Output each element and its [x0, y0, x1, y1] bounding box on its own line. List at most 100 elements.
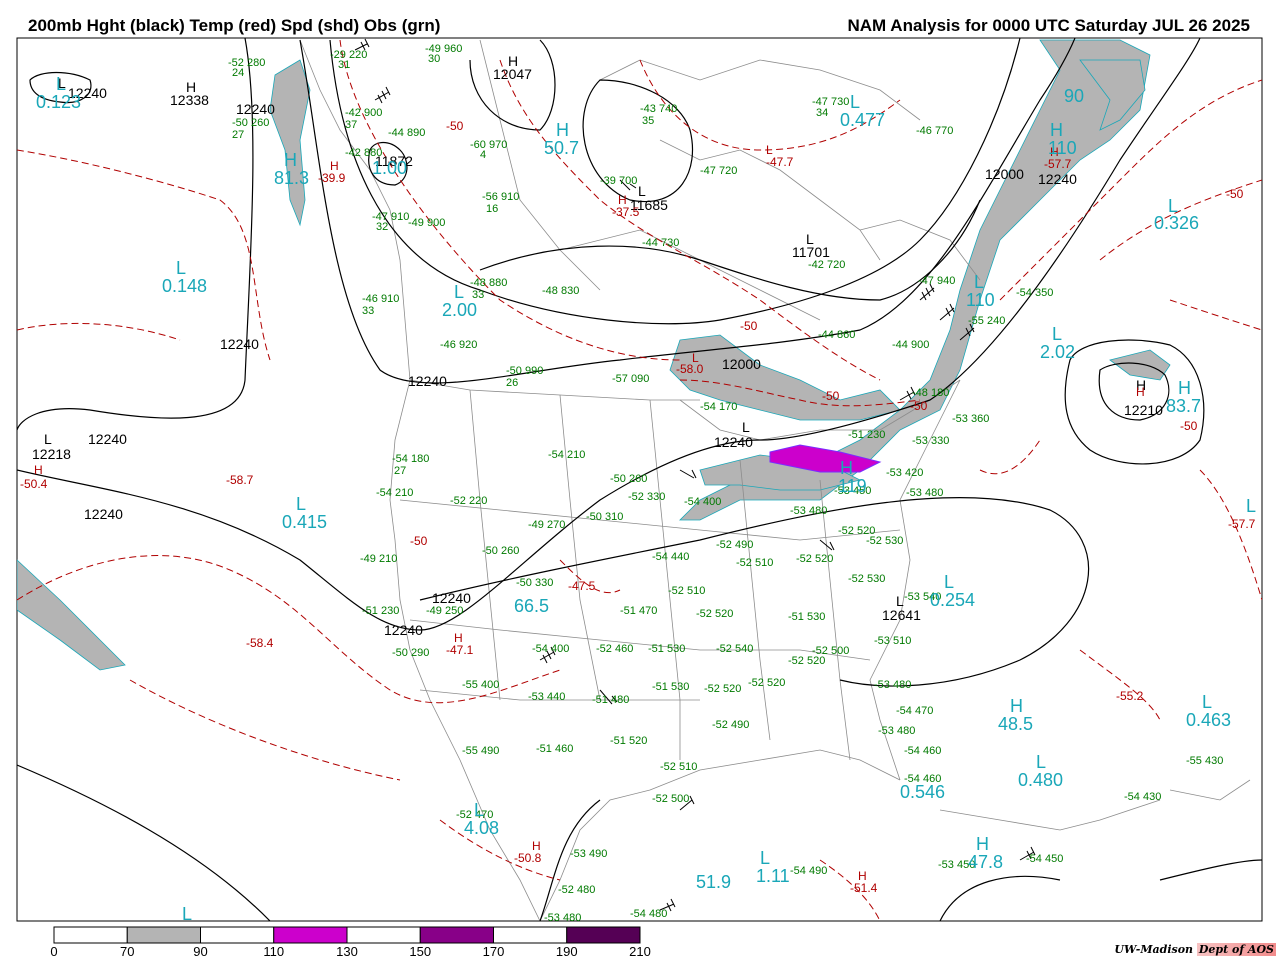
obs-label: -52 540 [716, 643, 753, 655]
temp-label: -50.4 [20, 477, 48, 491]
weather-map: -52 280 24 -29 220 31 -49 960 30 -42 900… [16, 37, 1263, 959]
temp-label: -50.8 [514, 851, 542, 865]
speed-center: H [976, 834, 989, 854]
speed-label: 2.02 [1040, 342, 1075, 362]
obs-label: -52 510 [668, 585, 705, 597]
obs-label: -48 830 [542, 285, 579, 297]
obs-label: -46 910 [362, 293, 399, 305]
obs-label: -52 490 [712, 719, 749, 731]
height-label: 12641 [882, 607, 921, 623]
obs-label: -53 510 [874, 635, 911, 647]
legend-bin [566, 926, 641, 944]
temp-label: -55.2 [1116, 689, 1144, 703]
height-label: 12240 [408, 373, 447, 389]
obs-label: -53 440 [528, 691, 565, 703]
speed-label: 0.415 [282, 512, 327, 532]
obs-label: -49 250 [426, 605, 463, 617]
obs-label: -52 520 [704, 683, 741, 695]
height-center: L [742, 419, 750, 435]
obs-label: 26 [506, 377, 518, 389]
obs-label: -44 730 [642, 237, 679, 249]
obs-label: -55 430 [1186, 755, 1223, 767]
legend-bin [273, 926, 348, 944]
obs-label: -54 440 [652, 551, 689, 563]
speed-legend: 0 70 90 110 130 150 170 190 210 [50, 926, 651, 959]
speed-center: L [1168, 196, 1178, 216]
obs-label: -46 770 [916, 125, 953, 137]
speed-center: L [944, 572, 954, 592]
obs-label: -42 720 [808, 259, 845, 271]
legend-tick-label: 0 [50, 944, 57, 959]
legend-tick-label: 150 [409, 944, 431, 959]
obs-label: -53 480 [874, 679, 911, 691]
obs-label: -52 500 [812, 645, 849, 657]
temp-label: -57.7 [1228, 517, 1256, 531]
obs-label: -52 520 [696, 608, 733, 620]
obs-label: -53 490 [570, 848, 607, 860]
obs-label: -47 940 [918, 275, 955, 287]
speed-label: 0.477 [840, 110, 885, 130]
obs-label: 27 [394, 465, 406, 477]
legend-bin [126, 926, 201, 944]
obs-label: -54 450 [1026, 853, 1063, 865]
obs-label: -51 230 [362, 605, 399, 617]
legend-tick-label: 130 [336, 944, 358, 959]
speed-label: 90 [1064, 86, 1084, 106]
obs-label: -52 520 [796, 553, 833, 565]
height-label: 12240 [220, 336, 259, 352]
obs-label: -53 480 [878, 725, 915, 737]
speed-center: L [1246, 496, 1256, 516]
temp-center: H [858, 869, 867, 883]
obs-label: -42 900 [345, 107, 382, 119]
obs-label: -46 920 [440, 339, 477, 351]
temp-label: -50 [1226, 187, 1244, 201]
height-label: 12240 [84, 506, 123, 522]
temp-center: H [618, 193, 627, 207]
speed-center: L [182, 904, 192, 924]
temp-label: -50 [740, 319, 758, 333]
legend-bin [493, 926, 568, 944]
height-center: L [44, 431, 52, 447]
legend-tick-label: 210 [629, 944, 651, 959]
speed-label: 50.7 [544, 138, 579, 158]
credit-dept: Dept of AOS [1196, 943, 1276, 956]
obs-label: -53 480 [790, 505, 827, 517]
obs-label: -51 460 [536, 743, 573, 755]
obs-label: 32 [376, 221, 388, 233]
obs-label: 33 [362, 305, 374, 317]
speed-label: 119 [838, 476, 867, 496]
obs-label: -54 180 [392, 453, 429, 465]
legend-tick-label: 170 [483, 944, 505, 959]
temp-label: -58.4 [246, 636, 274, 650]
speed-center: L [1036, 752, 1046, 772]
obs-label: -52 500 [652, 793, 689, 805]
temp-center: H [454, 631, 463, 645]
speed-label: 0.463 [1186, 710, 1231, 730]
speed-label: 1.11 [756, 866, 790, 886]
temp-label: -57.7 [1044, 157, 1072, 171]
obs-label: -53 420 [886, 467, 923, 479]
temp-label: -37.5 [612, 205, 640, 219]
speed-label: 110 [1048, 138, 1077, 158]
temp-label: -50 [910, 399, 928, 413]
height-label: 12210 [1124, 402, 1163, 418]
speed-label: 4.08 [464, 818, 499, 838]
obs-label: 34 [816, 107, 828, 119]
obs-label: -53 480 [906, 487, 943, 499]
height-label: 12218 [32, 446, 71, 462]
temp-label: -47.5 [568, 579, 596, 593]
obs-label: -54 210 [376, 487, 413, 499]
temp-center: L [692, 351, 699, 365]
temp-label: -50 [1180, 419, 1198, 433]
speed-label: 66.5 [514, 596, 549, 616]
speed-label: 0.148 [162, 276, 207, 296]
speed-center: L [296, 494, 306, 514]
temp-label: -39.9 [318, 171, 346, 185]
legend-tick-label: 190 [556, 944, 578, 959]
speed-label: 110 [966, 290, 995, 310]
obs-label: 35 [642, 115, 654, 127]
temp-label: -58.0 [676, 362, 704, 376]
height-label: 12240 [88, 431, 127, 447]
obs-label: -39 700 [600, 175, 637, 187]
speed-center: L [760, 848, 770, 868]
